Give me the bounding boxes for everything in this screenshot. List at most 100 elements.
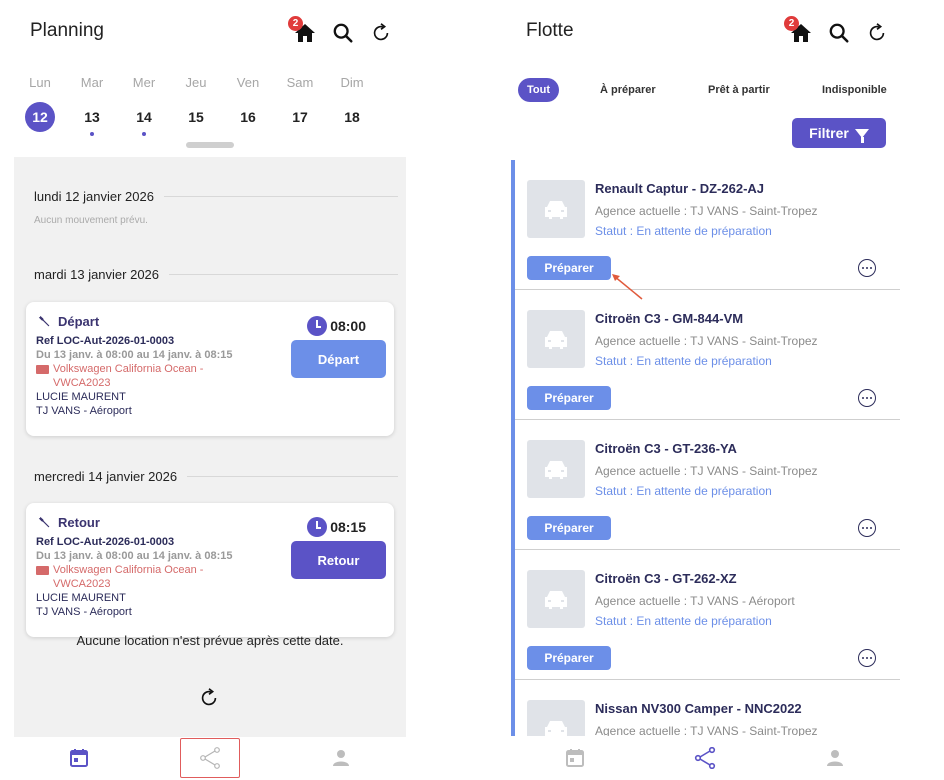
event-dot (142, 132, 146, 136)
bottom-tab-bar (14, 736, 406, 780)
day-sat[interactable]: Sam 17 (274, 75, 326, 136)
vehicle-list[interactable]: Renault Captur - DZ-262-AJ Agence actuel… (510, 160, 900, 736)
vehicle-item[interactable]: Citroën C3 - GM-844-VM Agence actuelle :… (515, 290, 900, 420)
car-icon (545, 591, 567, 609)
prepare-button[interactable]: Préparer (527, 646, 611, 670)
drag-handle[interactable] (186, 142, 234, 148)
customer-name: LUCIE MAURENT (36, 391, 126, 403)
day-mon[interactable]: Lun 12 (14, 75, 66, 136)
vehicle-info: Volkswagen California Ocean - VWCA2023 (36, 362, 232, 390)
vehicle-item[interactable]: Nissan NV300 Camper - NNC2022 Agence act… (515, 680, 900, 736)
vehicle-thumbnail (527, 700, 585, 736)
vehicle-status: Statut : En attente de préparation (595, 614, 772, 628)
customer-name: LUCIE MAURENT (36, 592, 126, 604)
refresh-button[interactable] (864, 20, 890, 46)
bottom-tab-bar (510, 736, 900, 780)
rental-dates: Du 13 janv. à 08:00 au 14 janv. à 08:15 (36, 550, 233, 562)
movement-card[interactable]: Retour 08:15 Ref LOC-Aut-2026-01-0003 Du… (26, 503, 394, 637)
truck-icon (36, 365, 49, 374)
vehicle-name: Citroën C3 - GT-262-XZ (595, 571, 737, 586)
day-wed[interactable]: Mer 14 (118, 75, 170, 136)
header-actions: 2 (784, 16, 890, 48)
vehicle-name: Citroën C3 - GM-844-VM (595, 311, 744, 326)
prepare-button[interactable]: Préparer (527, 256, 611, 280)
reload-button[interactable] (198, 687, 220, 714)
wrench-icon (38, 516, 50, 528)
more-icon[interactable] (858, 389, 876, 407)
vehicle-status: Statut : En attente de préparation (595, 484, 772, 498)
end-of-list-note: Aucune location n'est prévue après cette… (76, 633, 344, 648)
vehicle-thumbnail (527, 310, 585, 368)
filter-all[interactable]: Tout (518, 78, 560, 102)
prepare-button[interactable]: Préparer (527, 516, 611, 540)
rental-reference: Ref LOC-Aut-2026-01-0003 (36, 335, 175, 347)
departure-button[interactable]: Départ (291, 340, 386, 378)
rental-reference: Ref LOC-Aut-2026-01-0003 (36, 536, 175, 548)
filter-unavailable[interactable]: Indisponible (822, 78, 887, 102)
event-dot (90, 132, 94, 136)
agency-name: TJ VANS - Aéroport (36, 405, 132, 417)
day-fri[interactable]: Ven 16 (222, 75, 274, 136)
planning-feed[interactable]: lundi 12 janvier 2026 Aucun mouvement pr… (14, 157, 406, 737)
vehicle-name: Nissan NV300 Camper - NNC2022 (595, 701, 802, 716)
refresh-icon (201, 688, 217, 706)
tab-planning[interactable] (14, 736, 145, 780)
user-icon (827, 750, 843, 766)
vehicle-thumbnail (527, 440, 585, 498)
search-button[interactable] (826, 20, 852, 46)
tab-fleet[interactable] (640, 736, 770, 780)
filter-button[interactable]: Filtrer (792, 118, 886, 148)
tab-fleet[interactable] (145, 736, 276, 780)
movement-type: Départ (58, 314, 100, 329)
calendar-icon (566, 749, 584, 767)
home-notifications-button[interactable]: 2 (288, 16, 318, 46)
vehicle-info: Volkswagen California Ocean - VWCA2023 (36, 563, 232, 591)
car-icon (545, 201, 567, 219)
annotation-arrow-icon (612, 274, 643, 300)
filter-ready[interactable]: Prêt à partir (708, 78, 770, 102)
day-tue[interactable]: Mar 13 (66, 75, 118, 136)
tab-planning[interactable] (510, 736, 640, 780)
fleet-screen: Flotte 2 Tout À préparer Prêt à partir I… (510, 0, 915, 780)
truck-icon (36, 566, 49, 575)
day-heading: lundi 12 janvier 2026 (34, 189, 398, 204)
movement-time: 08:00 (307, 316, 366, 336)
share-icon (694, 747, 716, 769)
refresh-button[interactable] (368, 20, 394, 46)
vehicle-agency: Agence actuelle : TJ VANS - Saint-Tropez (595, 724, 818, 736)
refresh-icon (373, 23, 389, 41)
clock-icon (307, 316, 328, 336)
clock-icon (307, 517, 328, 537)
search-icon (333, 23, 353, 43)
vehicle-agency: Agence actuelle : TJ VANS - Saint-Tropez (595, 464, 818, 478)
header-actions: 2 (288, 16, 394, 48)
return-button[interactable]: Retour (291, 541, 386, 579)
day-heading: mardi 13 janvier 2026 (34, 267, 398, 282)
vehicle-item[interactable]: Citroën C3 - GT-262-XZ Agence actuelle :… (515, 550, 900, 680)
tab-profile[interactable] (275, 736, 406, 780)
day-thu[interactable]: Jeu 15 (170, 75, 222, 136)
day-sun[interactable]: Dim 18 (326, 75, 378, 136)
funnel-icon (854, 128, 869, 143)
status-filter-tabs: Tout À préparer Prêt à partir Indisponib… (518, 78, 915, 102)
fleet-header: Flotte 2 (510, 16, 915, 48)
more-icon[interactable] (858, 649, 876, 667)
vehicle-name: Renault Captur - DZ-262-AJ (595, 181, 765, 196)
planning-screen: Planning 2 Lun 12 Mar 13 Mer 14 Jeu 15 Ven 16… (14, 0, 444, 780)
vehicle-status: Statut : En attente de préparation (595, 224, 772, 238)
more-icon[interactable] (858, 259, 876, 277)
more-icon[interactable] (858, 519, 876, 537)
home-notifications-button[interactable]: 2 (784, 16, 814, 46)
vehicle-item[interactable]: Renault Captur - DZ-262-AJ Agence actuel… (515, 160, 900, 290)
day-heading: mercredi 14 janvier 2026 (34, 469, 398, 484)
search-icon (829, 23, 849, 43)
filter-to-prepare[interactable]: À préparer (600, 78, 656, 102)
search-button[interactable] (330, 20, 356, 46)
tab-profile[interactable] (770, 736, 900, 780)
page-title: Planning (30, 20, 104, 41)
refresh-icon (869, 23, 885, 41)
prepare-button[interactable]: Préparer (527, 386, 611, 410)
vehicle-item[interactable]: Citroën C3 - GT-236-YA Agence actuelle :… (515, 420, 900, 550)
wrench-icon (38, 315, 50, 327)
movement-card[interactable]: Départ 08:00 Ref LOC-Aut-2026-01-0003 Du… (26, 302, 394, 436)
